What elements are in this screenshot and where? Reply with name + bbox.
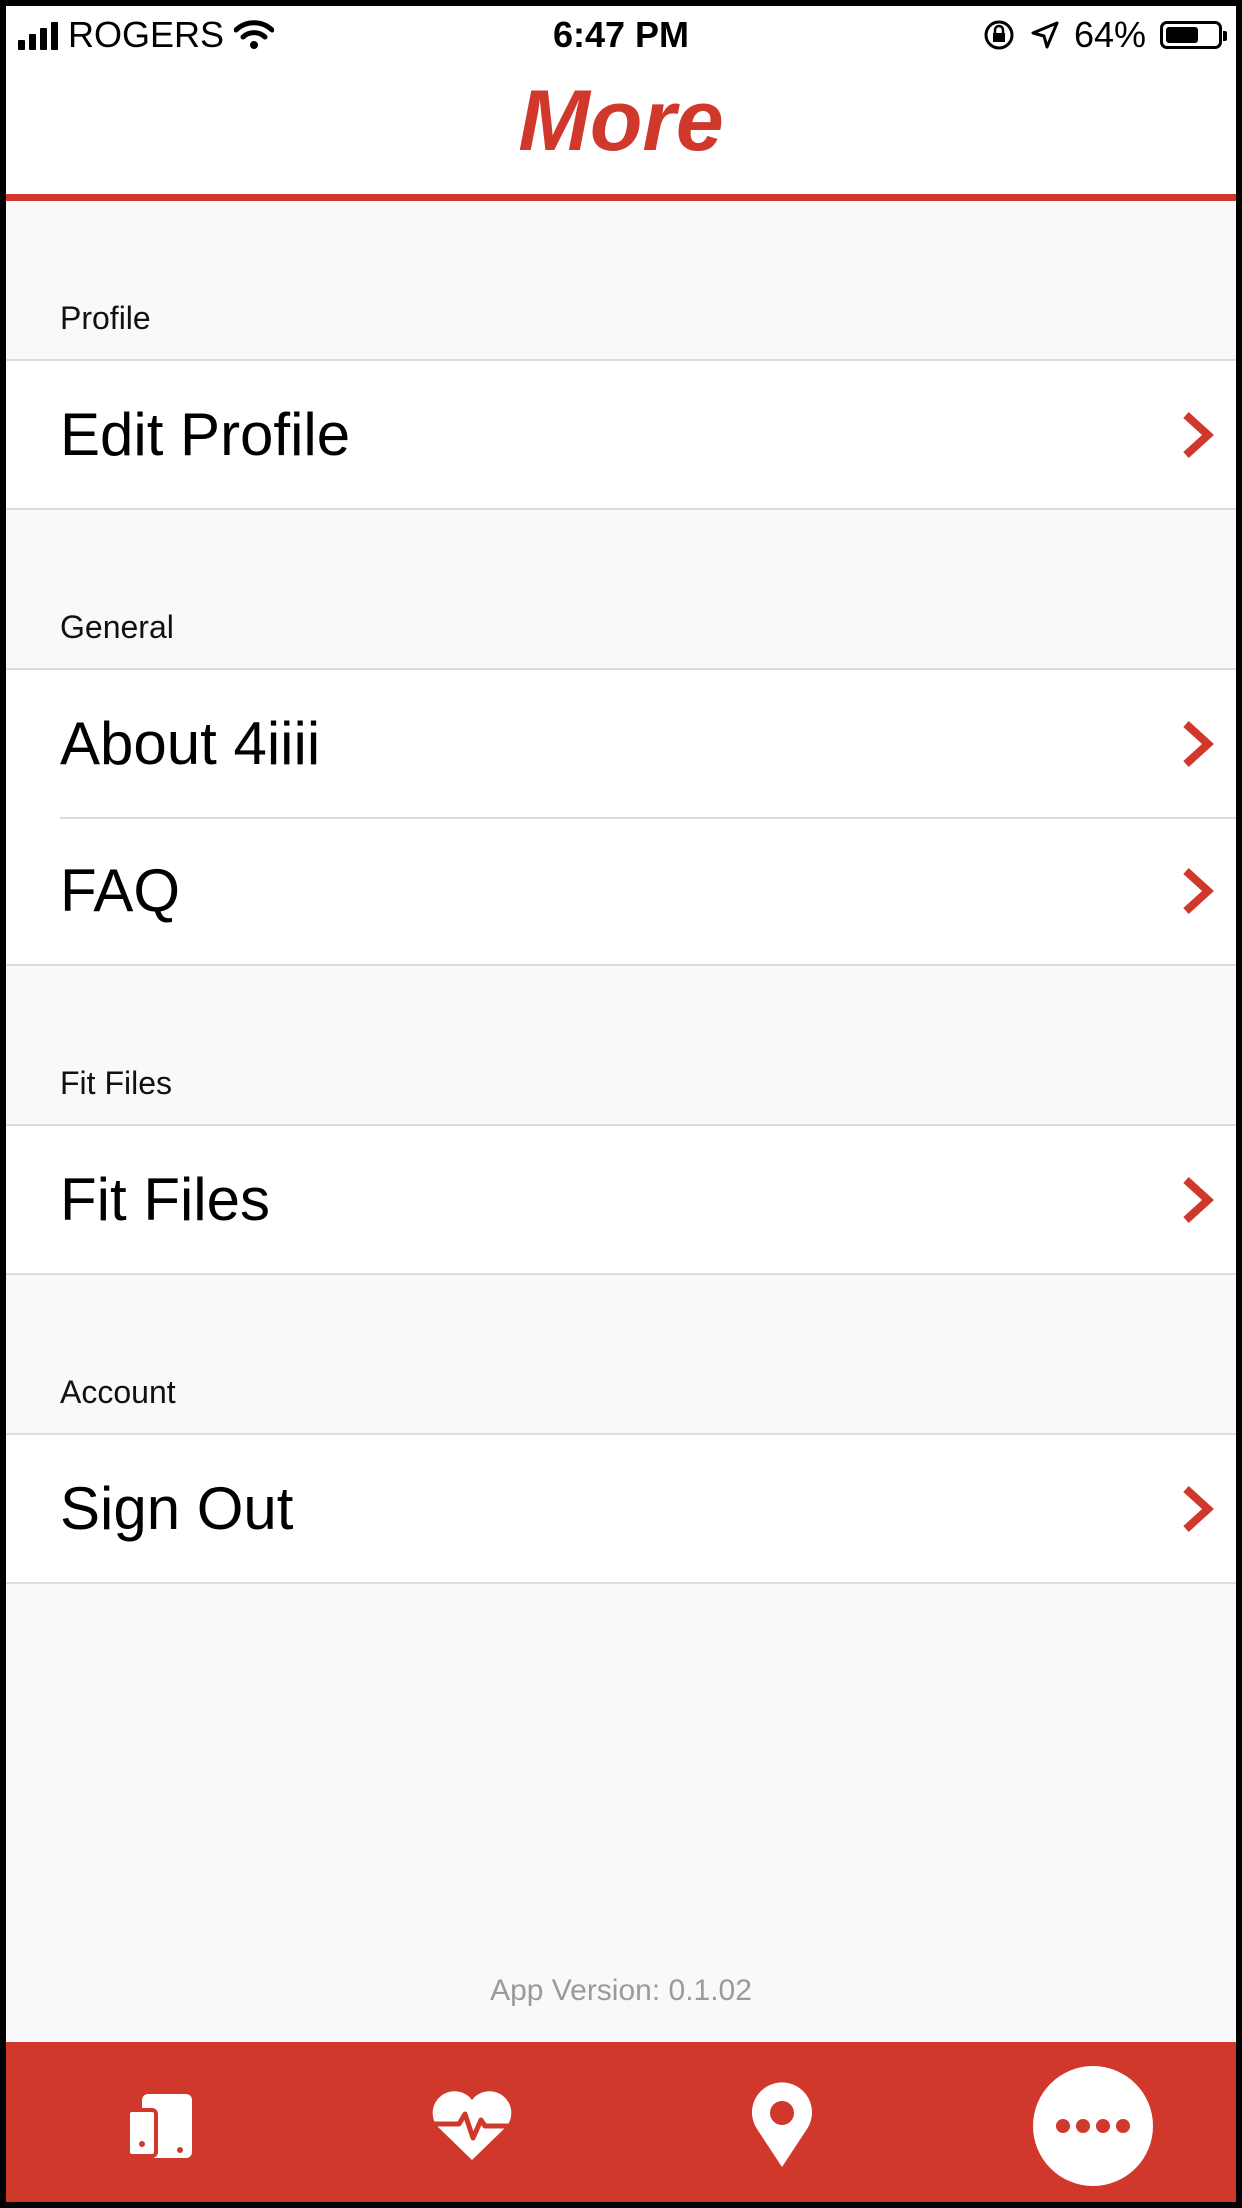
chevron-right-icon bbox=[1183, 867, 1214, 914]
app-version: App Version: 0.1.02 bbox=[490, 1974, 752, 2007]
battery-percent: 64% bbox=[1073, 14, 1146, 55]
devices-icon bbox=[126, 2094, 192, 2158]
tab-bar bbox=[6, 2042, 1236, 2202]
row-label: FAQ bbox=[60, 857, 181, 924]
tab-heart-rate[interactable] bbox=[412, 2066, 532, 2186]
row-label: About 4iiii bbox=[60, 710, 321, 777]
section-group-profile: Edit Profile bbox=[6, 359, 1236, 510]
chevron-right-icon bbox=[1183, 1485, 1214, 1532]
page-title: More bbox=[518, 73, 724, 169]
section-group-account: Sign Out bbox=[6, 1433, 1236, 1584]
chevron-right-icon bbox=[1183, 1176, 1214, 1223]
section-header-account: Account bbox=[60, 1374, 176, 1410]
row-about[interactable]: About 4iiii bbox=[6, 670, 1236, 817]
section-header-fit-files: Fit Files bbox=[60, 1065, 172, 1101]
chevron-right-icon bbox=[1183, 720, 1214, 767]
row-label: Edit Profile bbox=[60, 401, 351, 468]
row-fit-files[interactable]: Fit Files bbox=[6, 1126, 1236, 1273]
section-header-general: General bbox=[60, 609, 174, 645]
battery-icon bbox=[1160, 21, 1227, 49]
screen: ROGERS 6:47 PM 64% More Profile Edit Pro… bbox=[6, 6, 1236, 2202]
row-label: Fit Files bbox=[60, 1166, 270, 1233]
settings-list: Profile Edit Profile General About 4iiii… bbox=[6, 201, 1236, 1584]
nav-header: More bbox=[6, 64, 1236, 201]
tab-location[interactable] bbox=[722, 2066, 842, 2186]
location-arrow-icon bbox=[1031, 21, 1059, 49]
row-faq[interactable]: FAQ bbox=[6, 817, 1236, 964]
row-label: Sign Out bbox=[60, 1475, 294, 1542]
row-sign-out[interactable]: Sign Out bbox=[6, 1435, 1236, 1582]
tab-more[interactable] bbox=[1033, 2066, 1153, 2186]
status-bar: ROGERS 6:47 PM 64% bbox=[6, 6, 1236, 64]
section-group-general: About 4iiii FAQ bbox=[6, 668, 1236, 966]
row-edit-profile[interactable]: Edit Profile bbox=[6, 361, 1236, 508]
chevron-right-icon bbox=[1183, 411, 1214, 458]
rotation-lock-icon bbox=[984, 20, 1014, 50]
section-header-profile: Profile bbox=[60, 300, 151, 336]
more-dots-icon bbox=[1033, 2066, 1153, 2186]
section-group-fit-files: Fit Files bbox=[6, 1124, 1236, 1275]
tab-devices[interactable] bbox=[100, 2066, 220, 2186]
heart-rate-icon bbox=[432, 2091, 512, 2160]
status-right: 64% bbox=[982, 14, 1227, 56]
location-pin-icon bbox=[752, 2082, 812, 2167]
